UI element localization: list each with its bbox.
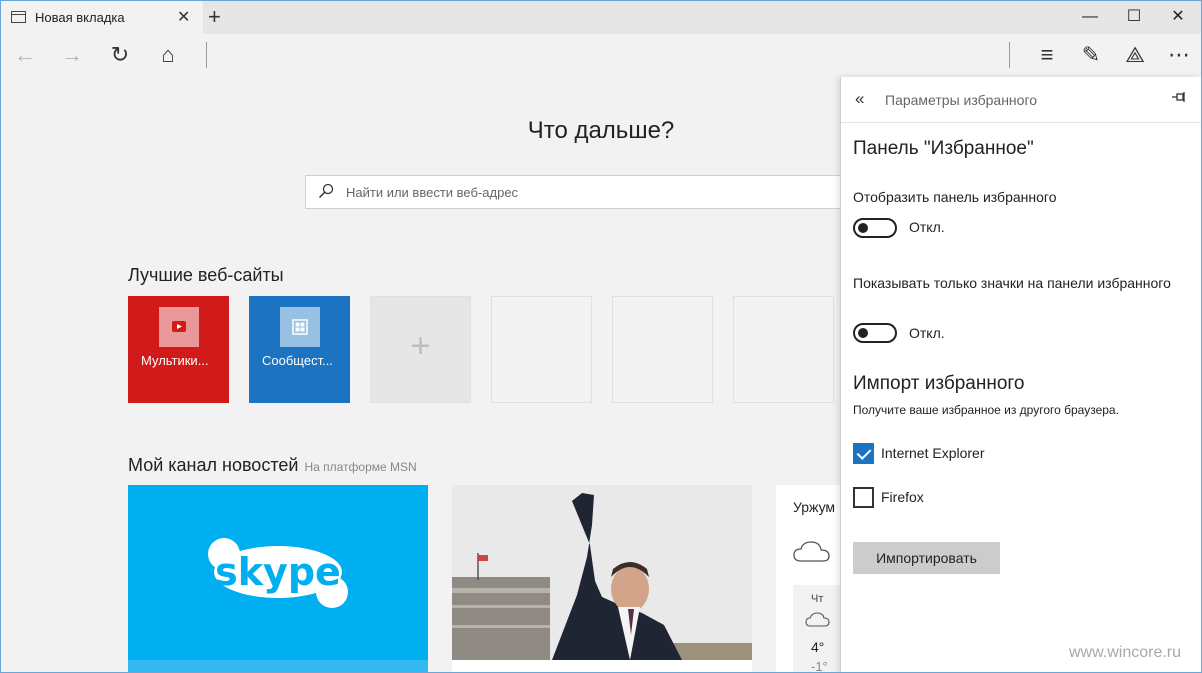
news-photo-image xyxy=(452,485,752,672)
page-icon xyxy=(11,11,26,23)
forecast-day: Чт 4° -1° xyxy=(793,585,840,673)
youtube-icon xyxy=(159,307,199,347)
news-card-skype[interactable]: skype xyxy=(128,485,428,672)
show-favorites-bar-toggle[interactable] xyxy=(853,218,897,238)
icons-only-label: Показывать только значки на панели избра… xyxy=(853,275,1171,291)
news-feed-heading: Мой канал новостей xyxy=(128,455,299,475)
top-site-tile-cartoons[interactable]: Мультики... xyxy=(128,296,229,403)
close-window-button[interactable]: ✕ xyxy=(1155,1,1201,34)
refresh-button[interactable]: ↻ xyxy=(104,40,136,70)
tile-label: Сообщест... xyxy=(262,353,333,368)
import-description: Получите ваше избранное из другого брауз… xyxy=(853,403,1119,417)
import-favorites-heading: Импорт избранного xyxy=(853,373,1025,394)
toolbar-separator xyxy=(1009,42,1010,68)
empty-tile[interactable] xyxy=(612,296,713,403)
import-button[interactable]: Импортировать xyxy=(853,542,1000,574)
top-sites-title: Лучшие веб-сайты xyxy=(128,265,284,285)
more-button[interactable]: ⋯ xyxy=(1163,40,1195,70)
skype-logo-text: skype xyxy=(215,550,341,594)
cloud-icon xyxy=(793,539,831,570)
browser-window: Новая вкладка ✕ + — ☐ ✕ ← → ↻ ⌂ ≡ ✎ ⟁ ⋯ … xyxy=(0,0,1202,673)
show-favorites-bar-label: Отобразить панель избранного xyxy=(853,189,1057,205)
title-bar: Новая вкладка ✕ + — ☐ ✕ xyxy=(1,1,1201,34)
chevron-double-left-icon[interactable]: « xyxy=(855,89,864,109)
firefox-label[interactable]: Firefox xyxy=(881,489,924,505)
weather-city: Уржум xyxy=(793,499,836,515)
pin-icon[interactable] xyxy=(1171,90,1187,106)
toggle-knob xyxy=(858,328,868,338)
back-button[interactable]: ← xyxy=(9,40,41,70)
icons-only-state: Откл. xyxy=(909,325,945,341)
toolbar-separator xyxy=(206,42,207,68)
top-site-tile-community[interactable]: Сообщест... xyxy=(249,296,350,403)
tab-title: Новая вкладка xyxy=(35,10,125,25)
news-feed-subtitle: На платформе MSN xyxy=(304,460,417,474)
search-icon xyxy=(318,183,334,203)
share-button[interactable]: ⟁ xyxy=(1119,40,1151,70)
search-input[interactable]: Найти или ввести веб-адрес xyxy=(346,185,518,200)
new-tab-button[interactable]: + xyxy=(208,4,221,30)
skype-logo-icon: skype xyxy=(128,538,428,672)
watermark: www.wincore.ru xyxy=(1069,644,1182,661)
add-site-tile[interactable]: + xyxy=(370,296,471,403)
hub-button[interactable]: ≡ xyxy=(1031,40,1063,70)
home-button[interactable]: ⌂ xyxy=(152,40,184,70)
internet-explorer-checkbox[interactable] xyxy=(853,443,874,464)
minimize-button[interactable]: — xyxy=(1067,1,1113,34)
forecast-high: 4° xyxy=(811,639,825,655)
tab-close-icon[interactable]: ✕ xyxy=(177,7,190,27)
favorites-settings-panel: « Параметры избранного Панель "Избранное… xyxy=(840,77,1201,672)
panel-title: Параметры избранного xyxy=(885,92,1038,108)
toggle-knob xyxy=(858,223,868,233)
show-favorites-bar-state: Откл. xyxy=(909,219,945,235)
news-feed-title: Мой канал новостей На платформе MSN xyxy=(128,455,417,476)
search-box[interactable]: Найти или ввести веб-адрес xyxy=(305,175,899,209)
weather-card[interactable]: Уржум Чт 4° -1° xyxy=(776,485,840,673)
forecast-day-label: Чт xyxy=(811,593,824,605)
grid-icon xyxy=(280,307,320,347)
empty-tile[interactable] xyxy=(491,296,592,403)
tab-new-tab[interactable]: Новая вкладка ✕ xyxy=(1,1,203,34)
firefox-checkbox[interactable] xyxy=(853,487,874,508)
empty-tile[interactable] xyxy=(733,296,834,403)
maximize-button[interactable]: ☐ xyxy=(1111,1,1157,34)
navigation-toolbar: ← → ↻ ⌂ ≡ ✎ ⟁ ⋯ xyxy=(1,34,1201,77)
plus-icon: + xyxy=(410,327,431,365)
tile-label: Мультики... xyxy=(141,353,209,368)
cloud-icon xyxy=(805,611,831,634)
internet-explorer-label[interactable]: Internet Explorer xyxy=(881,445,985,461)
forecast-low: -1° xyxy=(811,659,828,673)
favorites-bar-heading: Панель "Избранное" xyxy=(853,138,1034,159)
forward-button[interactable]: → xyxy=(56,40,88,70)
news-card-photo[interactable] xyxy=(452,485,752,672)
icons-only-toggle[interactable] xyxy=(853,323,897,343)
panel-header: « Параметры избранного xyxy=(841,77,1201,123)
web-note-button[interactable]: ✎ xyxy=(1075,40,1107,70)
